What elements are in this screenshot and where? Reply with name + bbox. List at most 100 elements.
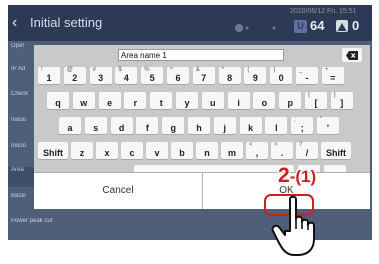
backspace-key[interactable] bbox=[342, 48, 362, 62]
datetime-display: 2020/06/12 Fri. 15:51 bbox=[290, 8, 357, 15]
key-label: z bbox=[79, 148, 85, 158]
key-label: 4 bbox=[123, 73, 129, 83]
key[interactable]: " ' bbox=[317, 117, 339, 134]
key-label: l bbox=[275, 123, 278, 133]
key-label: u bbox=[210, 98, 216, 108]
alert-count: 0 bbox=[352, 18, 360, 33]
key-label: Shift bbox=[43, 148, 63, 158]
key-label: ; bbox=[300, 123, 304, 133]
key-label: 6 bbox=[175, 73, 181, 83]
key[interactable]: y bbox=[176, 92, 198, 109]
shift-key[interactable]: Shift bbox=[321, 142, 351, 159]
key[interactable]: >. bbox=[271, 142, 293, 159]
key-label: w bbox=[80, 98, 88, 108]
key[interactable]: & 7 bbox=[192, 67, 215, 84]
key-label: k bbox=[248, 123, 254, 133]
key-label: j bbox=[223, 123, 227, 133]
key-label: , bbox=[255, 148, 259, 158]
key-label: f bbox=[145, 123, 149, 133]
key[interactable]: }] bbox=[330, 92, 353, 109]
key[interactable]: _ - bbox=[296, 67, 318, 84]
key-label: x bbox=[104, 148, 110, 158]
key[interactable]: c bbox=[121, 142, 143, 159]
key-label: ' bbox=[326, 123, 330, 133]
key[interactable]: ) 0 bbox=[270, 67, 293, 84]
key[interactable]: t bbox=[150, 92, 173, 109]
key[interactable]: s bbox=[84, 117, 107, 134]
key-label: 8 bbox=[227, 73, 233, 83]
key[interactable]: h bbox=[188, 117, 210, 134]
key[interactable]: k bbox=[239, 117, 262, 134]
page-title: Initial setting bbox=[30, 15, 103, 30]
key[interactable]: % 5 bbox=[141, 67, 164, 84]
key[interactable]: ? / bbox=[296, 142, 318, 159]
key[interactable]: v bbox=[146, 142, 168, 159]
area-name-input[interactable]: Area name 1 bbox=[118, 49, 284, 61]
key[interactable]: #3 bbox=[89, 67, 112, 84]
key[interactable]: ^ 6 bbox=[167, 67, 189, 84]
key[interactable]: + = bbox=[321, 67, 344, 84]
status-icons bbox=[234, 22, 278, 34]
key[interactable]: z bbox=[71, 142, 93, 159]
key[interactable]: (9 bbox=[244, 67, 267, 84]
key[interactable]: j bbox=[213, 117, 236, 134]
key-label: s bbox=[93, 123, 99, 133]
key-label: r bbox=[133, 98, 138, 108]
pointing-hand-icon bbox=[268, 195, 326, 264]
key[interactable]: f bbox=[136, 117, 159, 134]
key-label: p bbox=[287, 98, 293, 108]
key[interactable]: w bbox=[72, 92, 95, 109]
key-label: y bbox=[184, 98, 190, 108]
key-label: d bbox=[118, 123, 125, 133]
key[interactable]: {[ bbox=[305, 92, 327, 109]
key[interactable]: ! 1 bbox=[38, 67, 60, 84]
key[interactable]: a bbox=[59, 117, 81, 134]
key[interactable]: l bbox=[265, 117, 288, 134]
key-label: b bbox=[179, 148, 185, 158]
key[interactable]: @2 bbox=[63, 67, 86, 84]
step-callout: 2-(1) bbox=[278, 164, 316, 188]
key[interactable]: e bbox=[98, 92, 121, 109]
key-label: 3 bbox=[98, 73, 104, 83]
sidebar-item[interactable]: Power peak cut bbox=[8, 218, 131, 238]
alert-icon bbox=[336, 20, 348, 32]
key-label: t bbox=[159, 98, 163, 108]
key[interactable]: b bbox=[171, 142, 193, 159]
key-label: 7 bbox=[201, 73, 207, 83]
step-number: 2 bbox=[278, 164, 290, 187]
key[interactable]: n bbox=[196, 142, 218, 159]
key[interactable]: i bbox=[227, 92, 250, 109]
key[interactable]: q bbox=[47, 92, 69, 109]
key-label: 1 bbox=[46, 73, 52, 83]
key[interactable]: $4 bbox=[115, 67, 138, 84]
key-label: a bbox=[67, 123, 73, 133]
key[interactable]: r bbox=[124, 92, 147, 109]
key[interactable]: :; bbox=[291, 117, 314, 134]
key[interactable]: d bbox=[110, 117, 133, 134]
key-label: e bbox=[107, 98, 113, 108]
key[interactable]: o bbox=[253, 92, 276, 109]
back-icon[interactable]: ‹ bbox=[12, 13, 26, 33]
key-label: 2 bbox=[72, 73, 78, 83]
key-label: i bbox=[237, 98, 240, 108]
key-label: 5 bbox=[149, 73, 155, 83]
key[interactable]: u bbox=[201, 92, 224, 109]
key[interactable]: <, bbox=[246, 142, 268, 159]
key[interactable]: m bbox=[221, 142, 243, 159]
key-label: g bbox=[170, 123, 176, 133]
key[interactable]: x bbox=[96, 142, 118, 159]
key-label: ] bbox=[340, 98, 344, 108]
header-bar: ‹ Initial setting 2020/06/12 Fri. 15:51 … bbox=[8, 5, 372, 41]
key-label: . bbox=[280, 148, 284, 158]
key-label: 0 bbox=[278, 73, 284, 83]
key-label: c bbox=[129, 148, 135, 158]
key-label: Shift bbox=[326, 148, 346, 158]
shift-key[interactable]: Shift bbox=[38, 142, 68, 159]
unit-icon: U bbox=[294, 20, 307, 33]
key-label: 9 bbox=[252, 73, 258, 83]
key[interactable]: p bbox=[279, 92, 302, 109]
key[interactable]: g bbox=[162, 117, 185, 134]
keyboard-panel: Area name 1 ! 1 @2 #3 $4% 5 ^ 6 & 7 * 8(9) 0 _ - + = q w e r… bbox=[34, 45, 370, 182]
cancel-button[interactable]: Cancel bbox=[34, 173, 202, 209]
key[interactable]: * 8 bbox=[218, 67, 241, 84]
